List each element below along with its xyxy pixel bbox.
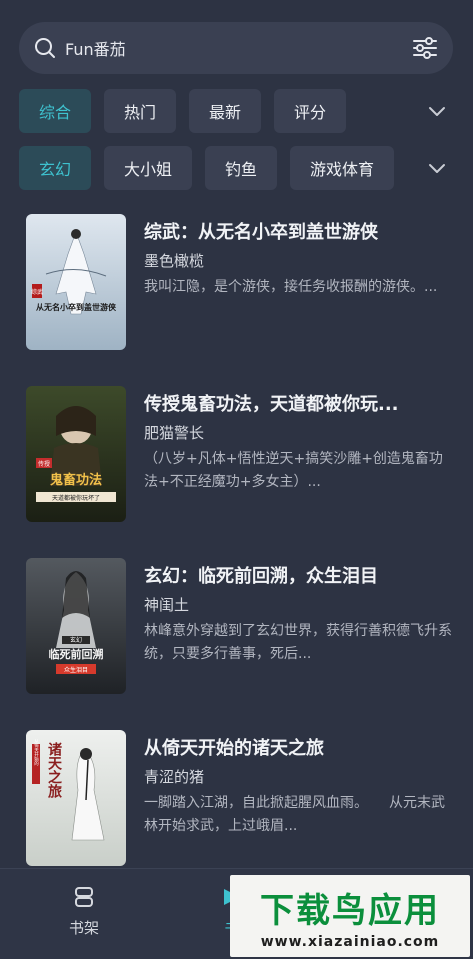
nav-bookshelf[interactable]: 书架 [44, 885, 124, 938]
chip-category-fishing[interactable]: 钓鱼 [205, 146, 278, 190]
chip-category-xuanhuan[interactable]: 玄幻 [19, 146, 92, 190]
book-description: （八岁+凡体+悟性逆天+搞笑沙雕+创造鬼畜功法+不正经魔功+多女主）... [144, 451, 443, 490]
book-cover[interactable]: 传授 鬼畜功法 天道都被你玩坏了 [26, 386, 126, 522]
book-title[interactable]: 玄幻：临死前回溯，众生泪目 [144, 562, 454, 588]
bookshelf-icon [72, 887, 96, 913]
site-watermark: 下载鸟应用 www.xiazainiao.com [230, 875, 470, 957]
cover-title: 临死前回溯 [49, 647, 104, 661]
book-item[interactable]: 从倚天开始的 诸天之旅 从倚天开始的诸天之旅 青涩的猪 一脚踏入江湖，自此掀起腥… [26, 726, 456, 866]
book-title[interactable]: 综武：从无名小卒到盖世游侠 [144, 218, 454, 244]
book-title[interactable]: 从倚天开始的诸天之旅 [144, 734, 454, 760]
search-bar[interactable]: Fun番茄 [19, 22, 453, 74]
book-description: 一脚踏入江湖，自此掀起腥风血雨。 从元末武林开始求武，上过峨眉... [144, 795, 445, 834]
book-author: 神闺土 [144, 596, 190, 614]
chevron-down-icon[interactable] [417, 146, 457, 190]
book-title[interactable]: 传授鬼畜功法，天道都被你玩... [144, 390, 454, 416]
nav-bookshelf-label: 书架 [68, 919, 99, 937]
book-description: 我叫江隐，是个游侠，接任务收报酬的游侠。... [144, 279, 438, 295]
book-item[interactable]: 综武 从无名小卒到盖世游侠 综武：从无名小卒到盖世游侠 墨色橄榄 我叫江隐，是个… [26, 210, 456, 350]
book-item[interactable]: 玄幻 临死前回溯 众生泪目 玄幻：临死前回溯，众生泪目 神闺土 林峰意外穿越到了… [26, 554, 456, 694]
book-cover[interactable]: 从倚天开始的 诸天之旅 [26, 730, 126, 866]
chip-sort-rating[interactable]: 评分 [274, 89, 347, 133]
book-description: 林峰意外穿越到了玄幻世界，获得行善积德飞升系统，只要多行善事，死后... [144, 623, 452, 662]
search-input[interactable]: Fun番茄 [65, 36, 411, 60]
book-cover[interactable]: 玄幻 临死前回溯 众生泪目 [26, 558, 126, 694]
chip-category-young-lady[interactable]: 大小姐 [104, 146, 193, 190]
chip-sort-latest[interactable]: 最新 [189, 89, 262, 133]
cover-subtitle: 天道都被你玩坏了 [52, 494, 100, 502]
cover-subtitle: 众生泪目 [64, 666, 88, 674]
book-author: 肥猫警长 [144, 424, 205, 442]
cover-tag: 综武 [31, 288, 43, 296]
category-filter-row: 玄幻 大小姐 钓鱼 游戏体育 [19, 145, 459, 191]
search-icon [33, 36, 57, 60]
filter-settings-icon[interactable] [411, 34, 439, 62]
book-author: 青涩的猪 [144, 768, 205, 786]
cover-title: 鬼畜功法 [50, 472, 102, 488]
book-author: 墨色橄榄 [144, 252, 205, 270]
sort-filter-row: 综合 热门 最新 评分 [19, 88, 459, 134]
chip-sort-hot[interactable]: 热门 [104, 89, 177, 133]
cover-tag: 传授 [38, 460, 50, 468]
chip-sort-comprehensive[interactable]: 综合 [19, 89, 92, 133]
book-item[interactable]: 传授 鬼畜功法 天道都被你玩坏了 传授鬼畜功法，天道都被你玩... 肥猫警长 （… [26, 382, 456, 522]
cover-tag: 从倚天开始的 [34, 738, 39, 767]
cover-title: 诸天之旅 [46, 741, 62, 799]
chevron-down-icon[interactable] [417, 89, 457, 133]
watermark-logo-text: 下载鸟应用 [260, 891, 440, 931]
cover-title: 从无名小卒到盖世游侠 [36, 302, 117, 312]
chip-category-games-sports[interactable]: 游戏体育 [290, 146, 395, 190]
watermark-url: www.xiazainiao.com [260, 934, 440, 950]
book-cover[interactable]: 综武 从无名小卒到盖世游侠 [26, 214, 126, 350]
cover-tag: 玄幻 [70, 636, 82, 644]
